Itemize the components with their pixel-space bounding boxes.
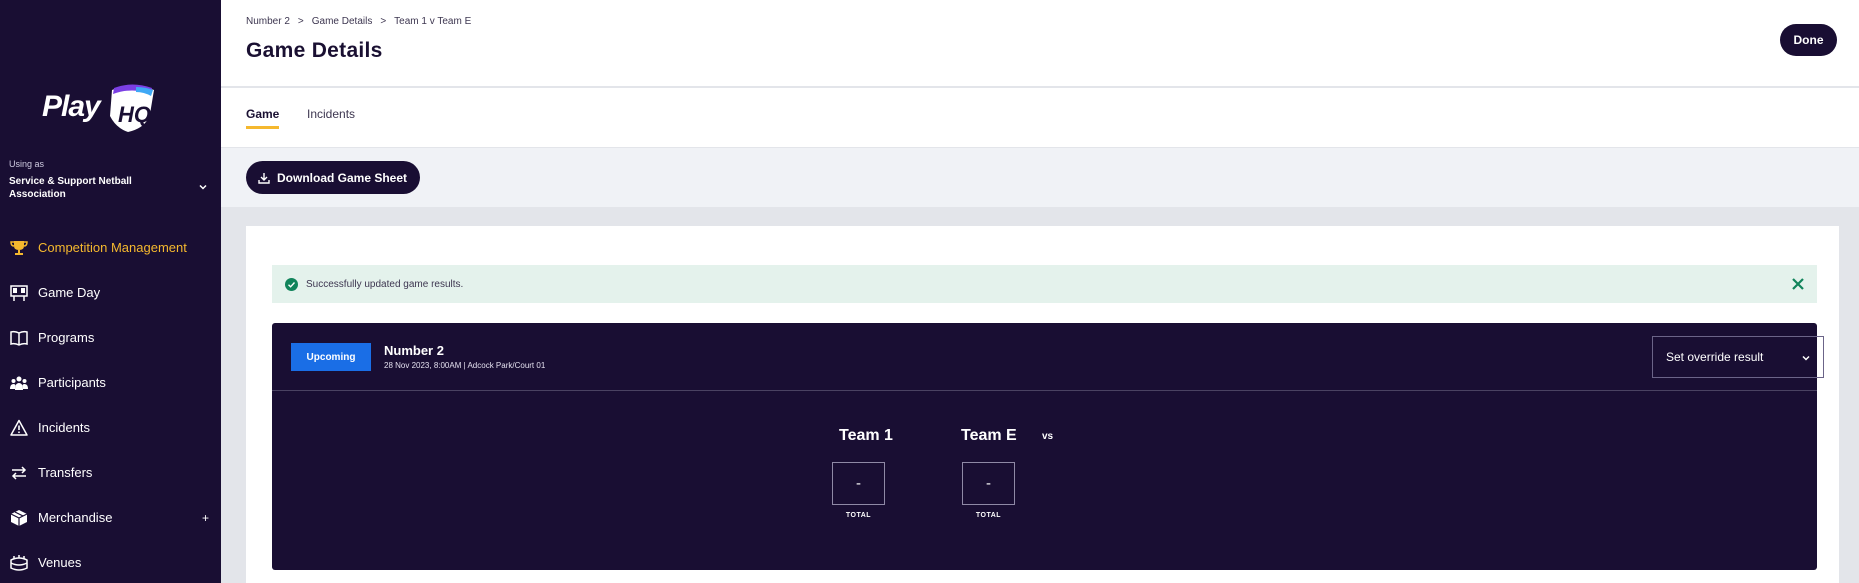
game-card: Successfully updated game results. Upcom… — [246, 226, 1839, 583]
page-header: Number 2 > Game Details > Team 1 v Team … — [221, 0, 1859, 87]
page-title: Game Details — [246, 39, 383, 62]
sidebar-item-programs[interactable]: Programs — [0, 315, 221, 360]
playhq-logo[interactable]: Play HQ — [40, 80, 170, 136]
sidebar-item-label: Merchandise — [38, 510, 113, 525]
round-name: Number 2 — [384, 343, 444, 358]
download-game-sheet-button[interactable]: Download Game Sheet — [246, 161, 421, 194]
set-override-result-select[interactable]: Set override result — [1652, 336, 1824, 378]
transfer-arrows-icon — [9, 463, 29, 483]
game-meta: 28 Nov 2023, 8:00AM | Adcock Park/Court … — [384, 361, 546, 370]
scoreboard-icon — [9, 283, 29, 303]
breadcrumb: Number 2 > Game Details > Team 1 v Team … — [246, 16, 471, 27]
sidebar-item-game-day[interactable]: Game Day — [0, 270, 221, 315]
warning-icon — [9, 418, 29, 438]
trophy-icon — [9, 238, 29, 258]
sidebar-item-incidents[interactable]: Incidents — [0, 405, 221, 450]
override-label: Set override result — [1666, 350, 1764, 364]
download-label: Download Game Sheet — [277, 170, 408, 185]
organisation-switcher[interactable]: Using as Service & Support Netball Assoc… — [9, 159, 214, 201]
sidebar-item-competition-management[interactable]: Competition Management — [0, 225, 221, 270]
home-total-label: TOTAL — [845, 512, 872, 519]
alert-message: Successfully updated game results. — [306, 278, 464, 290]
close-icon[interactable] — [1790, 276, 1806, 292]
svg-text:HQ: HQ — [118, 102, 151, 127]
sidebar-nav: Competition Management Game Day Programs… — [0, 225, 221, 583]
done-button[interactable]: Done — [1780, 24, 1837, 56]
home-team-name: Team 1 — [839, 427, 893, 444]
sidebar-item-label: Incidents — [38, 420, 91, 435]
tab-incidents[interactable]: Incidents — [307, 107, 355, 126]
chevron-down-icon — [199, 184, 207, 190]
game-panel-header: Upcoming Number 2 28 Nov 2023, 8:00AM | … — [272, 323, 1824, 391]
away-team-name: Team E — [961, 427, 1017, 444]
sidebar-item-participants[interactable]: Participants — [0, 360, 221, 405]
away-total-label: TOTAL — [975, 512, 1002, 519]
success-alert: Successfully updated game results. — [272, 265, 1817, 303]
org-caption: Using as — [9, 159, 45, 169]
download-icon — [258, 172, 270, 184]
book-icon — [9, 328, 29, 348]
home-score-box: - — [832, 462, 885, 505]
breadcrumb-item-current: Team 1 v Team E — [394, 16, 472, 27]
tab-bar: Game Incidents — [221, 88, 1859, 148]
breadcrumb-separator: > — [297, 16, 304, 27]
expand-plus-icon[interactable]: + — [202, 511, 209, 525]
stadium-icon — [9, 553, 29, 573]
game-panel: Upcoming Number 2 28 Nov 2023, 8:00AM | … — [272, 323, 1824, 570]
box-icon — [9, 508, 29, 528]
sidebar-item-label: Participants — [38, 375, 106, 390]
sidebar-item-label: Game Day — [38, 285, 101, 300]
away-score-box: - — [962, 462, 1015, 505]
status-badge: Upcoming — [291, 343, 371, 371]
breadcrumb-item-game-details[interactable]: Game Details — [312, 16, 373, 27]
check-circle-icon — [285, 277, 298, 291]
sidebar-item-transfers[interactable]: Transfers — [0, 450, 221, 495]
hq-shield-icon: HQ — [110, 84, 154, 132]
sidebar-item-label: Programs — [38, 330, 95, 345]
sidebar-item-label: Transfers — [38, 465, 93, 480]
sidebar: Play HQ Using as Service & Support Netba… — [0, 0, 221, 583]
breadcrumb-item-round[interactable]: Number 2 — [246, 16, 290, 27]
org-name: Service & Support Netball Association — [9, 176, 132, 200]
people-icon — [9, 373, 29, 393]
breadcrumb-separator: > — [380, 16, 387, 27]
versus-label: vs — [1042, 431, 1054, 442]
sidebar-item-label: Venues — [38, 555, 82, 570]
sidebar-item-label: Competition Management — [38, 240, 187, 255]
sidebar-item-merchandise[interactable]: Merchandise + — [0, 495, 221, 540]
toolbar: Download Game Sheet — [221, 148, 1859, 207]
chevron-down-icon — [1802, 355, 1810, 361]
sidebar-item-venues[interactable]: Venues — [0, 540, 221, 583]
tab-game[interactable]: Game — [246, 107, 280, 129]
